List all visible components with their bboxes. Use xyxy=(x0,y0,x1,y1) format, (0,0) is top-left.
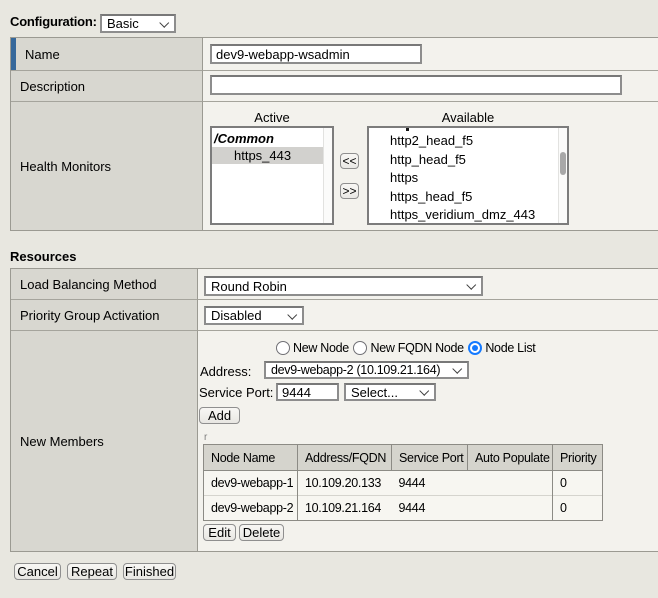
general-properties-table: Name Description Health Monitors Active … xyxy=(10,37,658,231)
members-table-header-row: Node Name Address/FQDN Service Port Auto… xyxy=(204,445,603,471)
member-service-port: 9444 xyxy=(392,496,468,521)
load-balancing-label: Load Balancing Method xyxy=(20,277,157,292)
edit-member-button[interactable]: Edit xyxy=(203,524,236,541)
cancel-button[interactable]: Cancel xyxy=(14,563,61,580)
members-header-service-port: Service Port xyxy=(392,445,468,471)
new-node-radio[interactable] xyxy=(276,341,290,355)
address-select-value: dev9-webapp-2 (10.109.21.164) xyxy=(271,363,440,377)
pool-configuration-page: { "configuration": { "label": "Configura… xyxy=(0,0,658,598)
description-input[interactable] xyxy=(210,75,622,95)
move-to-available-button[interactable]: >> xyxy=(340,183,359,199)
health-monitors-label: Health Monitors xyxy=(20,159,111,174)
node-list-radio[interactable] xyxy=(468,341,482,355)
resources-table: Load Balancing Method Round Robin Priori… xyxy=(10,268,658,552)
members-table-row[interactable]: dev9-webapp-1 10.109.20.133 9444 0 xyxy=(204,471,603,496)
health-monitors-row-value-cell: Active Available /Common https_443 << >>… xyxy=(203,101,658,230)
active-monitor-selected[interactable]: https_443 xyxy=(212,147,323,165)
priority-group-label-cell: Priority Group Activation xyxy=(11,299,198,330)
new-fqdn-node-radio-label: New FQDN Node xyxy=(370,341,463,355)
description-row-label-cell: Description xyxy=(11,70,203,101)
members-header-auto-populate: Auto Populate xyxy=(468,445,553,471)
available-scrollbar-track[interactable] xyxy=(558,128,567,223)
stray-text: r xyxy=(204,432,207,443)
available-monitor-item[interactable]: https_veridium_dmz_443 xyxy=(369,206,558,223)
load-balancing-value-cell: Round Robin xyxy=(198,269,658,299)
chevron-down-icon xyxy=(287,309,296,318)
new-fqdn-node-radio[interactable] xyxy=(353,341,367,355)
node-select[interactable]: Select... xyxy=(344,383,436,401)
chevron-down-icon xyxy=(452,364,461,373)
service-port-input[interactable] xyxy=(276,383,339,401)
name-row-value-cell xyxy=(203,38,658,70)
member-priority: 0 xyxy=(553,496,603,521)
load-balancing-select[interactable]: Round Robin xyxy=(204,276,483,296)
clipped-item-fragment xyxy=(406,128,409,131)
member-auto-populate xyxy=(468,471,553,496)
load-balancing-label-cell: Load Balancing Method xyxy=(11,269,198,299)
name-input[interactable] xyxy=(210,44,422,64)
name-label: Name xyxy=(25,47,60,62)
priority-group-value-cell: Disabled xyxy=(198,299,658,330)
available-monitor-item[interactable]: http2_head_f5 xyxy=(369,132,558,151)
members-table-row[interactable]: dev9-webapp-2 10.109.21.164 9444 0 xyxy=(204,496,603,521)
address-select[interactable]: dev9-webapp-2 (10.109.21.164) xyxy=(264,361,469,379)
available-monitor-item[interactable]: https_head_f5 xyxy=(369,188,558,207)
chevron-down-icon xyxy=(466,280,475,289)
member-type-radio-group: New Node New FQDN Node Node List xyxy=(276,341,535,355)
required-indicator xyxy=(11,38,16,70)
priority-group-label: Priority Group Activation xyxy=(20,308,159,323)
members-actions: Edit Delete xyxy=(203,524,284,541)
configuration-label: Configuration: xyxy=(10,14,97,29)
active-monitors-items: /Common https_443 xyxy=(212,128,323,223)
active-monitors-listbox[interactable]: /Common https_443 xyxy=(210,126,334,225)
description-label: Description xyxy=(20,79,85,94)
load-balancing-select-value: Round Robin xyxy=(211,279,287,294)
available-list-title: Available xyxy=(367,111,569,124)
available-monitors-listbox[interactable]: http2_head_f5 http_head_f5 https https_h… xyxy=(367,126,569,225)
service-port-label: Service Port: xyxy=(199,385,273,400)
available-monitor-item[interactable]: http_head_f5 xyxy=(369,151,558,170)
node-list-radio-label: Node List xyxy=(485,341,535,355)
available-monitor-item[interactable]: https xyxy=(369,169,558,188)
member-node-name: dev9-webapp-1 xyxy=(204,471,298,496)
name-row-label-cell: Name xyxy=(11,38,203,70)
repeat-button[interactable]: Repeat xyxy=(67,563,117,580)
members-header-priority: Priority xyxy=(553,445,603,471)
member-priority: 0 xyxy=(553,471,603,496)
members-table: Node Name Address/FQDN Service Port Auto… xyxy=(203,444,603,521)
configuration-select-value: Basic xyxy=(107,16,139,31)
form-footer: Cancel Repeat Finished xyxy=(14,563,176,580)
chevron-down-icon xyxy=(419,386,428,395)
member-address: 10.109.20.133 xyxy=(298,471,392,496)
move-to-active-button[interactable]: << xyxy=(340,153,359,169)
health-monitors-row-label-cell: Health Monitors xyxy=(11,101,203,230)
member-node-name: dev9-webapp-2 xyxy=(204,496,298,521)
new-node-radio-label: New Node xyxy=(293,341,349,355)
available-scrollbar-thumb[interactable] xyxy=(560,152,566,175)
new-members-value-cell: New Node New FQDN Node Node List Address… xyxy=(198,330,658,551)
member-address: 10.109.21.164 xyxy=(298,496,392,521)
chevron-down-icon xyxy=(159,17,168,26)
configuration-bar: Configuration: xyxy=(10,14,97,29)
delete-member-button[interactable]: Delete xyxy=(239,524,284,541)
resources-heading: Resources xyxy=(10,249,76,264)
active-list-title: Active xyxy=(210,111,334,124)
members-header-address: Address/FQDN xyxy=(298,445,392,471)
add-member-button[interactable]: Add xyxy=(199,407,240,424)
new-members-label: New Members xyxy=(20,434,104,449)
active-scrollbar-track[interactable] xyxy=(323,128,332,223)
description-row-value-cell xyxy=(203,70,658,101)
member-auto-populate xyxy=(468,496,553,521)
address-label: Address: xyxy=(200,364,251,379)
priority-group-select[interactable]: Disabled xyxy=(204,306,304,325)
member-service-port: 9444 xyxy=(392,471,468,496)
new-members-label-cell: New Members xyxy=(11,330,198,551)
priority-group-select-value: Disabled xyxy=(211,308,262,323)
available-monitors-items: http2_head_f5 http_head_f5 https https_h… xyxy=(369,128,558,223)
active-partition-group: /Common xyxy=(212,130,323,147)
configuration-select[interactable]: Basic xyxy=(100,14,176,33)
finished-button[interactable]: Finished xyxy=(123,563,176,580)
node-select-value: Select... xyxy=(351,385,398,400)
members-header-node-name: Node Name xyxy=(204,445,298,471)
